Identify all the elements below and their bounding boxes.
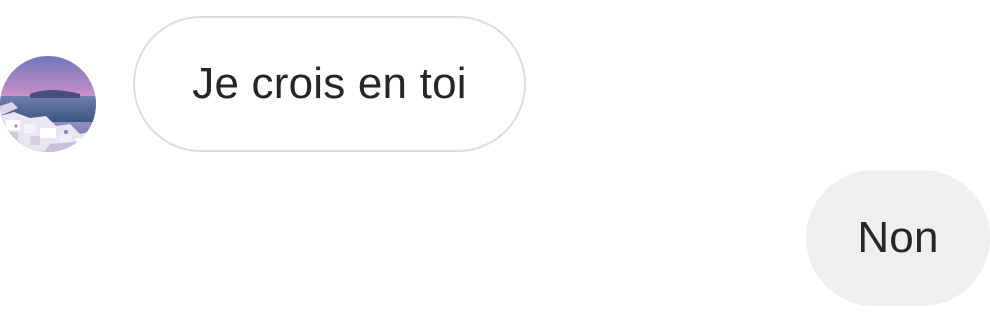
sent-message-bubble[interactable]: Non	[806, 170, 990, 306]
received-message-bubble[interactable]: Je crois en toi	[133, 16, 526, 152]
avatar-photo-icon	[0, 56, 96, 152]
sender-avatar[interactable]	[0, 56, 96, 152]
sent-message-text: Non	[857, 213, 939, 262]
received-message-text: Je crois en toi	[192, 59, 467, 108]
